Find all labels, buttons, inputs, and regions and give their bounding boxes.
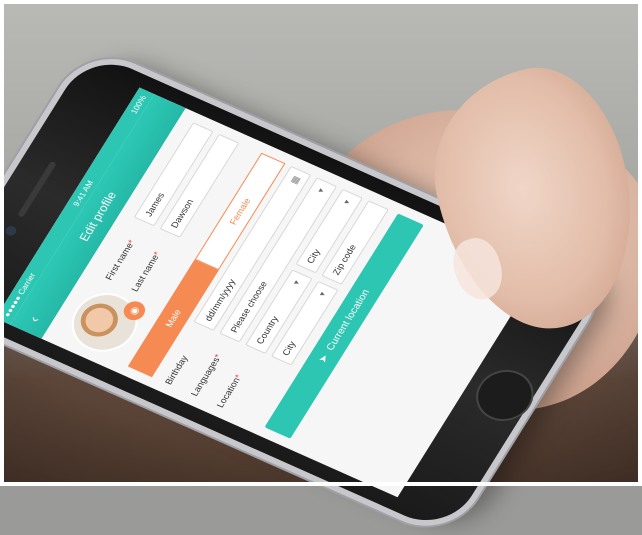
front-camera [3,224,19,238]
earpiece-speaker [17,160,57,218]
city-placeholder: City [280,339,298,358]
chevron-down-icon: ▼ [317,289,328,299]
chevron-down-icon: ▼ [291,278,302,288]
calendar-icon[interactable]: ▦ [288,174,303,186]
avatar[interactable] [59,283,150,362]
country-placeholder: Country [254,314,281,346]
city-top-placeholder: City [304,247,323,265]
location-arrow-icon: ➤ [316,352,332,365]
chevron-down-icon: ▼ [342,197,353,207]
chevron-down-icon: ▼ [316,186,327,196]
avatar-wrapper: ◉ [59,283,150,362]
